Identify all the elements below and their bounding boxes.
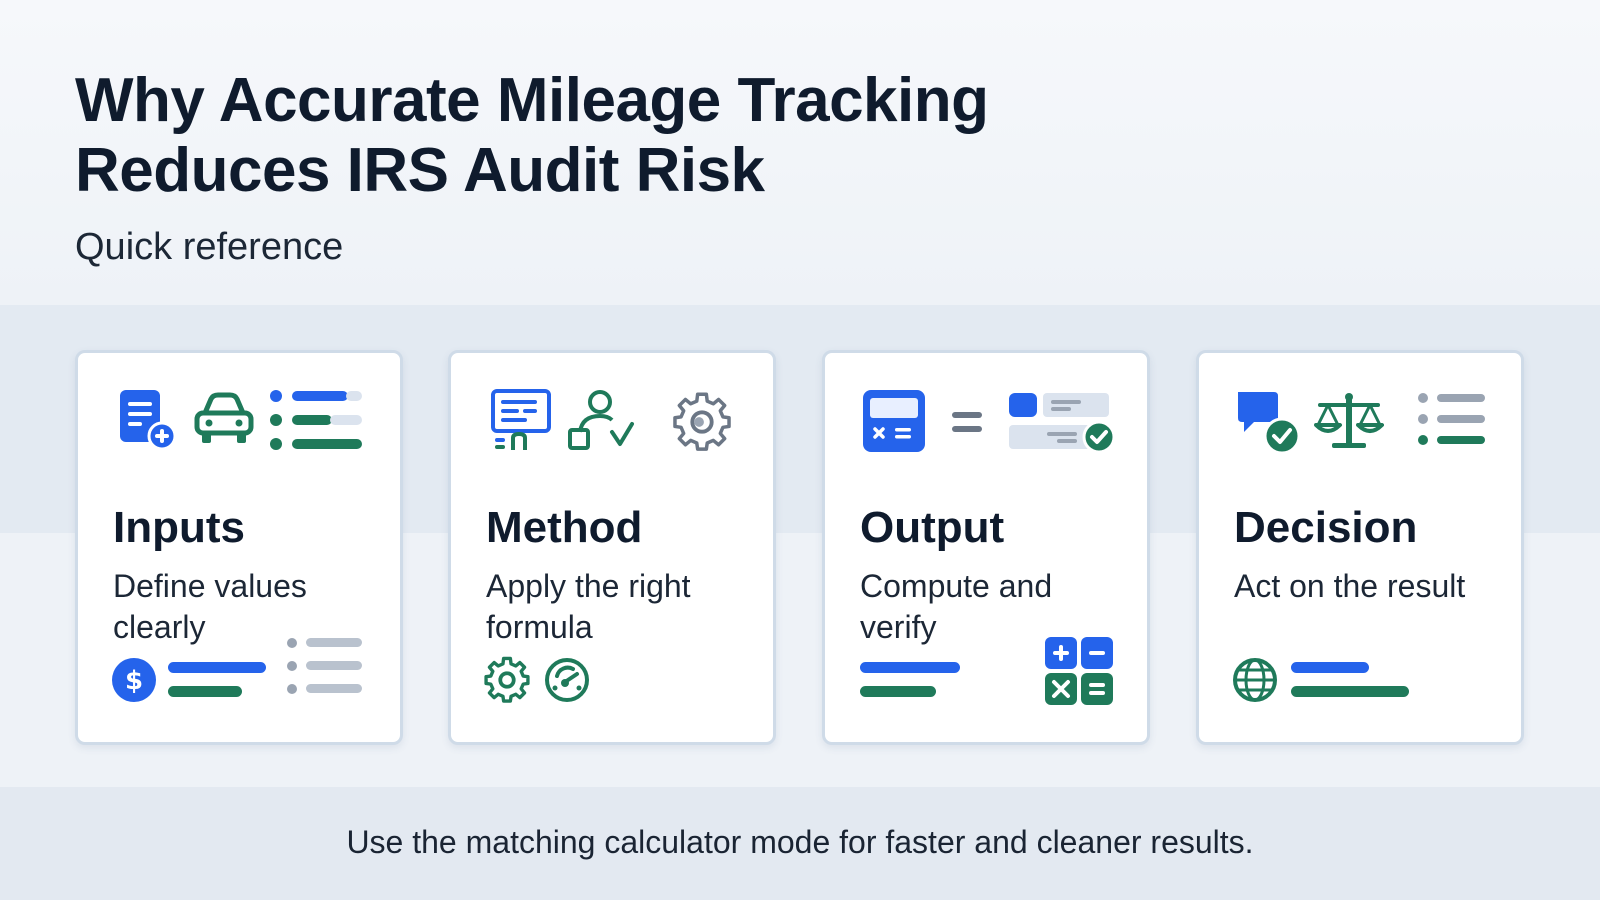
progress-bars bbox=[1291, 662, 1409, 697]
document-add-icon bbox=[120, 390, 177, 451]
list-icon bbox=[1418, 393, 1485, 445]
list-icon bbox=[287, 638, 362, 694]
card-description: Apply the right formula bbox=[486, 568, 691, 645]
card-output: Output Compute and verify bbox=[822, 350, 1150, 745]
card-title: Inputs bbox=[113, 503, 245, 552]
dollar-icon: $ bbox=[112, 658, 156, 702]
chat-check-icon bbox=[1238, 392, 1301, 455]
gauge-icon bbox=[545, 658, 589, 702]
card-description: Act on the result bbox=[1234, 568, 1466, 604]
equals-icon bbox=[952, 412, 982, 432]
calculator-icon bbox=[863, 390, 925, 452]
svg-text:$: $ bbox=[125, 666, 143, 696]
card-title: Output bbox=[860, 503, 1005, 552]
card-title: Decision bbox=[1234, 503, 1418, 552]
globe-icon bbox=[1233, 658, 1277, 702]
progress-bars bbox=[168, 662, 266, 697]
page-title: Why Accurate Mileage Tracking Reduces IR… bbox=[75, 66, 989, 205]
scales-icon bbox=[1314, 393, 1384, 448]
person-check-icon bbox=[568, 390, 634, 450]
gear-icon bbox=[673, 392, 731, 451]
card-decision: Decision Act on the result bbox=[1196, 350, 1524, 745]
calculator-keys-icon bbox=[1045, 637, 1113, 705]
car-icon bbox=[194, 392, 254, 443]
footer-note: Use the matching calculator mode for fas… bbox=[346, 824, 1254, 860]
card-title: Method bbox=[486, 503, 643, 552]
list-icon bbox=[270, 390, 362, 450]
formula-doc-icon bbox=[491, 389, 551, 450]
page-subtitle: Quick reference bbox=[75, 226, 344, 268]
result-check-icon bbox=[1009, 393, 1116, 454]
progress-bars bbox=[860, 662, 960, 697]
gear-icon bbox=[484, 656, 530, 703]
card-method: Method Apply the right formula bbox=[448, 350, 776, 745]
card-inputs: Inputs Define values clearly $ bbox=[75, 350, 403, 745]
